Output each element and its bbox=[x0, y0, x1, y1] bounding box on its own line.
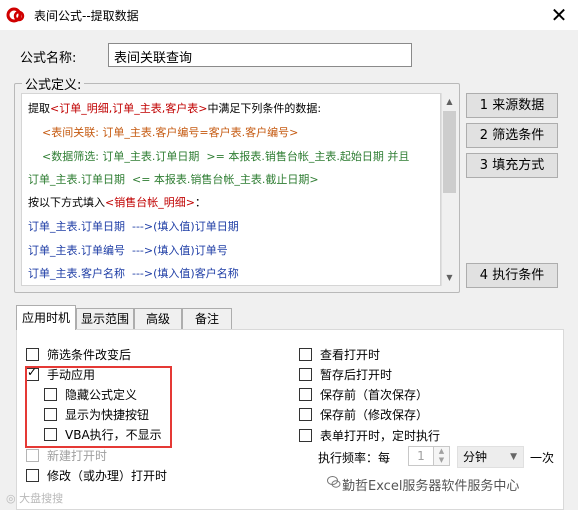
checkbox[interactable] bbox=[26, 449, 39, 462]
app-logo-icon bbox=[6, 7, 25, 23]
chevron-down-icon: ▼ bbox=[510, 452, 517, 462]
frequency-spinner[interactable]: ▲ ▼ bbox=[434, 446, 450, 466]
spin-down-icon[interactable]: ▼ bbox=[434, 456, 449, 465]
formula-name-label: 公式名称: bbox=[20, 51, 77, 66]
tab-notes[interactable]: 备注 bbox=[182, 308, 232, 329]
definition-segment: <销售台帐_明细> bbox=[105, 196, 195, 209]
frequency-input[interactable]: 1 bbox=[408, 446, 434, 466]
definition-line: 提取<订单_明细,订单_主表,客户表>中满足下列条件的数据: bbox=[28, 100, 321, 116]
definition-segment: 提取 bbox=[28, 102, 50, 115]
definition-line: 订单_主表.订单日期 --->(填入值)订单日期 bbox=[28, 218, 239, 234]
definition-segment: ： bbox=[194, 196, 206, 209]
definition-segment: 订单_主表.订单编号 --->(填入值)订单号 bbox=[28, 244, 228, 257]
spin-up-icon[interactable]: ▲ bbox=[434, 447, 449, 456]
definition-line: <表间关联: 订单_主表.客户编号=客户表.客户编号> bbox=[28, 124, 298, 140]
checkbox[interactable] bbox=[26, 348, 39, 361]
option-view-open[interactable]: 查看打开时 bbox=[299, 346, 380, 362]
option-after-draft[interactable]: 暂存后打开时 bbox=[299, 366, 392, 382]
option-before-save-modify[interactable]: 保存前（修改保存） bbox=[299, 406, 428, 422]
highlight-box bbox=[25, 366, 172, 448]
checkbox[interactable] bbox=[26, 469, 39, 482]
wechat-icon bbox=[327, 476, 341, 488]
option-timer-execute[interactable]: 表单打开时，定时执行 bbox=[299, 427, 440, 443]
tab-display-range[interactable]: 显示范围 bbox=[76, 308, 134, 329]
definition-segment: 订单_主表.订单日期 --->(填入值)订单日期 bbox=[28, 220, 239, 233]
definition-segment: 按以下方式填入 bbox=[28, 196, 105, 209]
fill-method-button[interactable]: 3 填充方式 bbox=[466, 153, 558, 178]
checkbox[interactable] bbox=[299, 388, 312, 401]
filter-condition-button[interactable]: 2 筛选条件 bbox=[466, 123, 558, 148]
checkbox[interactable] bbox=[299, 429, 312, 442]
formula-name-input[interactable]: 表间关联查询 bbox=[108, 43, 412, 67]
option-before-save-first[interactable]: 保存前（首次保存） bbox=[299, 386, 428, 402]
checkbox[interactable] bbox=[299, 368, 312, 381]
definition-segment: 订单_主表.订单日期 <= 本报表.销售台帐_主表.截止日期> bbox=[28, 173, 319, 186]
execute-condition-button[interactable]: 4 执行条件 bbox=[466, 263, 558, 288]
scroll-thumb[interactable] bbox=[443, 111, 456, 193]
window-title: 表间公式--提取数据 bbox=[34, 9, 139, 23]
frequency-unit-select[interactable]: 分钟 ▼ bbox=[457, 446, 524, 468]
option-new-open[interactable]: 新建打开时 bbox=[26, 447, 107, 463]
checkbox[interactable] bbox=[299, 408, 312, 421]
definition-line: 订单_主表.客户名称 --->(填入值)客户名称 bbox=[28, 265, 239, 281]
definition-segment: 中满足下列条件的数据: bbox=[207, 102, 322, 115]
definition-line: 按以下方式填入<销售台帐_明细>： bbox=[28, 194, 206, 210]
tab-advanced[interactable]: 高级 bbox=[134, 308, 182, 329]
tab-apply-timing[interactable]: 应用时机 bbox=[16, 305, 76, 330]
watermark-left: ◎ 大盘搜搜 bbox=[6, 492, 64, 505]
definition-line: <数据筛选: 订单_主表.订单日期 >= 本报表.销售台帐_主表.起始日期 并且 bbox=[28, 148, 409, 164]
checkbox[interactable] bbox=[299, 348, 312, 361]
definition-segment: <订单_明细,订单_主表,客户表> bbox=[50, 102, 208, 115]
definition-line: 订单_主表.订单编号 --->(填入值)订单号 bbox=[28, 242, 228, 258]
definition-line: 订单_主表.订单日期 <= 本报表.销售台帐_主表.截止日期> bbox=[28, 171, 319, 187]
frequency-label: 执行频率：每 bbox=[318, 451, 391, 465]
frequency-suffix: 一次 bbox=[530, 451, 555, 465]
scroll-down-icon[interactable]: ▼ bbox=[441, 269, 458, 286]
definition-segment: 订单_主表.客户名称 --->(填入值)客户名称 bbox=[28, 267, 239, 280]
source-data-button[interactable]: 1 来源数据 bbox=[466, 93, 558, 118]
option-modify-open[interactable]: 修改（或办理）打开时 bbox=[26, 467, 167, 483]
formula-definition-label: 公式定义: bbox=[22, 74, 85, 93]
watermark-right: 勤哲Excel服务器软件服务中心 bbox=[342, 479, 520, 494]
close-button[interactable]: ✕ bbox=[548, 4, 570, 26]
scroll-up-icon[interactable]: ▲ bbox=[441, 93, 458, 110]
formula-definition-text[interactable]: 提取<订单_明细,订单_主表,客户表>中满足下列条件的数据: <表间关联: 订单… bbox=[21, 93, 441, 286]
definition-segment: <数据筛选: 订单_主表.订单日期 >= 本报表.销售台帐_主表.起始日期 并且 bbox=[28, 150, 410, 163]
option-filter-change[interactable]: 筛选条件改变后 bbox=[26, 346, 131, 362]
definition-segment: <表间关联: 订单_主表.客户编号=客户表.客户编号> bbox=[28, 126, 299, 139]
